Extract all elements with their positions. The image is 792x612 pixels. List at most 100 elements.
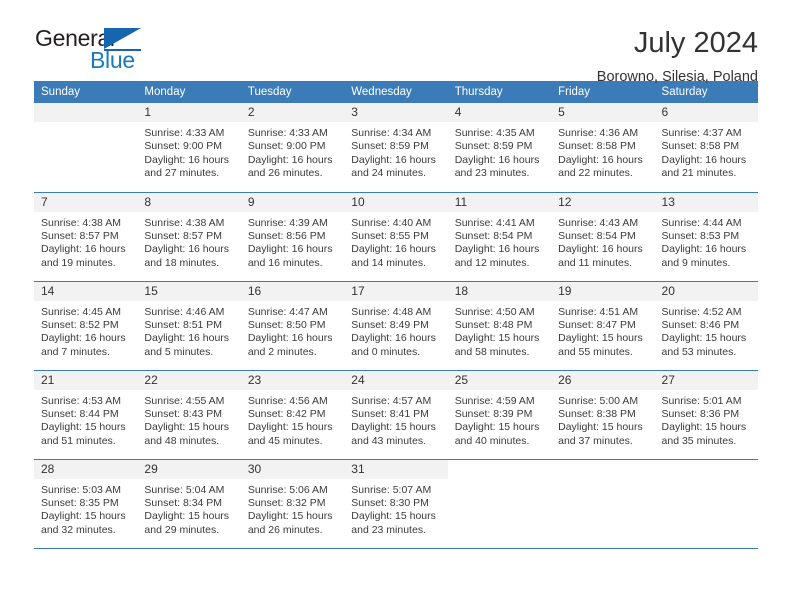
day-cell[interactable]: 14 Sunrise: 4:45 AM Sunset: 8:52 PM Dayl… (34, 281, 138, 371)
day-cell[interactable]: 4 Sunrise: 4:35 AM Sunset: 8:59 PM Dayli… (447, 103, 552, 193)
day-details: Sunrise: 4:52 AM Sunset: 8:46 PM Dayligh… (655, 301, 758, 360)
sunrise-text: Sunrise: 5:04 AM (144, 483, 225, 496)
day-cell[interactable]: 1 Sunrise: 4:33 AM Sunset: 9:00 PM Dayli… (137, 103, 241, 193)
daylight-text-line1: Daylight: 16 hours (41, 243, 126, 256)
daylight-text-line2: and 22 minutes. (558, 167, 633, 180)
day-cell[interactable]: 6 Sunrise: 4:37 AM Sunset: 8:58 PM Dayli… (654, 103, 758, 193)
day-number: 30 (240, 459, 345, 479)
day-cell[interactable]: 2 Sunrise: 4:33 AM Sunset: 9:00 PM Dayli… (240, 103, 345, 193)
day-number: 6 (654, 103, 758, 122)
daylight-text-line1: Daylight: 15 hours (558, 332, 643, 345)
daylight-text-line1: Daylight: 16 hours (41, 332, 126, 345)
daylight-text-line2: and 24 minutes. (351, 167, 426, 180)
day-cell[interactable]: 11 Sunrise: 4:41 AM Sunset: 8:54 PM Dayl… (447, 192, 552, 282)
daylight-text-line1: Daylight: 16 hours (351, 243, 436, 256)
general-blue-logo[interactable]: General Blue (34, 27, 164, 75)
daylight-text-line1: Daylight: 16 hours (558, 243, 643, 256)
day-cell[interactable]: 19 Sunrise: 4:51 AM Sunset: 8:47 PM Dayl… (551, 281, 655, 371)
sunrise-text: Sunrise: 4:37 AM (661, 127, 742, 139)
day-details: Sunrise: 4:38 AM Sunset: 8:57 PM Dayligh… (34, 212, 137, 271)
day-cell[interactable]: 21 Sunrise: 4:53 AM Sunset: 8:44 PM Dayl… (34, 370, 138, 460)
day-cell[interactable]: 26 Sunrise: 5:00 AM Sunset: 8:38 PM Dayl… (551, 370, 655, 460)
daylight-text-line2: and 14 minutes. (351, 256, 426, 269)
day-details: Sunrise: 4:57 AM Sunset: 8:41 PM Dayligh… (344, 390, 447, 449)
calendar-table: Sunday Monday Tuesday Wednesday Thursday… (34, 81, 758, 549)
day-cell-empty (551, 459, 655, 549)
day-cell[interactable]: 30 Sunrise: 5:06 AM Sunset: 8:32 PM Dayl… (240, 459, 345, 549)
day-details (34, 122, 137, 127)
daylight-text-line2: and 43 minutes. (351, 434, 426, 447)
day-number: 17 (344, 281, 448, 301)
day-cell[interactable]: 27 Sunrise: 5:01 AM Sunset: 8:36 PM Dayl… (654, 370, 758, 460)
day-number: 18 (447, 281, 552, 301)
day-number: 15 (137, 281, 241, 301)
day-number: 25 (447, 370, 552, 390)
sunset-text: Sunset: 8:43 PM (144, 407, 223, 420)
day-cell[interactable]: 24 Sunrise: 4:57 AM Sunset: 8:41 PM Dayl… (344, 370, 448, 460)
title-block: July 2024 Borowno, Silesia, Poland (597, 27, 758, 85)
day-cell[interactable]: 9 Sunrise: 4:39 AM Sunset: 8:56 PM Dayli… (240, 192, 345, 282)
daylight-text-line2: and 26 minutes. (247, 167, 323, 180)
daylight-text-line1: Daylight: 15 hours (351, 421, 436, 434)
daylight-text-line2: and 16 minutes. (247, 256, 323, 269)
daylight-text-line1: Daylight: 15 hours (661, 421, 747, 434)
day-details: Sunrise: 4:46 AM Sunset: 8:51 PM Dayligh… (137, 301, 240, 360)
day-cell[interactable]: 16 Sunrise: 4:47 AM Sunset: 8:50 PM Dayl… (240, 281, 345, 371)
sunrise-text: Sunrise: 4:39 AM (247, 216, 328, 229)
day-number (447, 459, 552, 479)
week-row: 28 Sunrise: 5:03 AM Sunset: 8:35 PM Dayl… (34, 459, 758, 549)
daylight-text-line2: and 7 minutes. (41, 345, 110, 358)
day-cell[interactable]: 12 Sunrise: 4:43 AM Sunset: 8:54 PM Dayl… (551, 192, 655, 282)
sunrise-text: Sunrise: 4:33 AM (247, 127, 328, 139)
day-cell[interactable]: 7 Sunrise: 4:38 AM Sunset: 8:57 PM Dayli… (34, 192, 138, 282)
week-row: 1 Sunrise: 4:33 AM Sunset: 9:00 PM Dayli… (34, 103, 758, 193)
day-cell[interactable]: 15 Sunrise: 4:46 AM Sunset: 8:51 PM Dayl… (137, 281, 241, 371)
day-number: 13 (654, 192, 758, 212)
day-cell[interactable]: 23 Sunrise: 4:56 AM Sunset: 8:42 PM Dayl… (240, 370, 345, 460)
daylight-text-line2: and 40 minutes. (454, 434, 530, 447)
day-cell[interactable]: 28 Sunrise: 5:03 AM Sunset: 8:35 PM Dayl… (34, 459, 138, 549)
daylight-text-line1: Daylight: 16 hours (454, 153, 540, 166)
day-cell[interactable]: 22 Sunrise: 4:55 AM Sunset: 8:43 PM Dayl… (137, 370, 241, 460)
sunset-text: Sunset: 8:51 PM (144, 318, 223, 331)
day-cell[interactable]: 18 Sunrise: 4:50 AM Sunset: 8:48 PM Dayl… (447, 281, 552, 371)
day-cell[interactable]: 20 Sunrise: 4:52 AM Sunset: 8:46 PM Dayl… (654, 281, 758, 371)
day-details: Sunrise: 4:37 AM Sunset: 8:58 PM Dayligh… (655, 122, 758, 181)
day-cell[interactable]: 13 Sunrise: 4:44 AM Sunset: 8:53 PM Dayl… (654, 192, 758, 282)
day-cell[interactable]: 31 Sunrise: 5:07 AM Sunset: 8:30 PM Dayl… (344, 459, 448, 549)
day-cell[interactable]: 25 Sunrise: 4:59 AM Sunset: 8:39 PM Dayl… (447, 370, 552, 460)
sunset-text: Sunset: 8:36 PM (661, 407, 740, 420)
day-details: Sunrise: 5:07 AM Sunset: 8:30 PM Dayligh… (344, 479, 447, 538)
day-cell[interactable]: 10 Sunrise: 4:40 AM Sunset: 8:55 PM Dayl… (344, 192, 448, 282)
day-cell[interactable]: 29 Sunrise: 5:04 AM Sunset: 8:34 PM Dayl… (137, 459, 241, 549)
sunrise-text: Sunrise: 4:59 AM (454, 394, 535, 407)
day-cell[interactable]: 3 Sunrise: 4:34 AM Sunset: 8:59 PM Dayli… (344, 103, 448, 193)
day-details: Sunrise: 5:03 AM Sunset: 8:35 PM Dayligh… (34, 479, 137, 538)
daylight-text-line1: Daylight: 15 hours (454, 332, 540, 345)
daylight-text-line2: and 23 minutes. (351, 523, 426, 536)
day-number: 19 (551, 281, 655, 301)
daylight-text-line2: and 23 minutes. (454, 167, 530, 180)
day-cell-empty (447, 459, 552, 549)
weekday-header-monday: Monday (137, 81, 241, 103)
daylight-text-line2: and 18 minutes. (144, 256, 220, 269)
day-cell[interactable] (34, 103, 138, 193)
sunset-text: Sunset: 8:42 PM (247, 407, 326, 420)
day-details: Sunrise: 4:50 AM Sunset: 8:48 PM Dayligh… (448, 301, 551, 360)
day-cell[interactable]: 8 Sunrise: 4:38 AM Sunset: 8:57 PM Dayli… (137, 192, 241, 282)
day-details: Sunrise: 4:33 AM Sunset: 9:00 PM Dayligh… (241, 122, 344, 181)
sunrise-text: Sunrise: 4:40 AM (351, 216, 432, 229)
day-number (654, 459, 758, 479)
logo-text-blue: Blue (90, 47, 135, 73)
day-details: Sunrise: 5:04 AM Sunset: 8:34 PM Dayligh… (137, 479, 240, 538)
daylight-text-line1: Daylight: 16 hours (454, 243, 540, 256)
daylight-text-line2: and 53 minutes. (661, 345, 737, 358)
day-cell[interactable]: 5 Sunrise: 4:36 AM Sunset: 8:58 PM Dayli… (551, 103, 655, 193)
sunrise-text: Sunrise: 5:00 AM (558, 394, 639, 407)
week-row: 21 Sunrise: 4:53 AM Sunset: 8:44 PM Dayl… (34, 370, 758, 460)
daylight-text-line1: Daylight: 15 hours (247, 510, 333, 523)
sunrise-text: Sunrise: 4:53 AM (41, 394, 121, 407)
sunrise-text: Sunrise: 4:57 AM (351, 394, 432, 407)
day-cell[interactable]: 17 Sunrise: 4:48 AM Sunset: 8:49 PM Dayl… (344, 281, 448, 371)
sunset-text: Sunset: 8:54 PM (454, 229, 533, 242)
